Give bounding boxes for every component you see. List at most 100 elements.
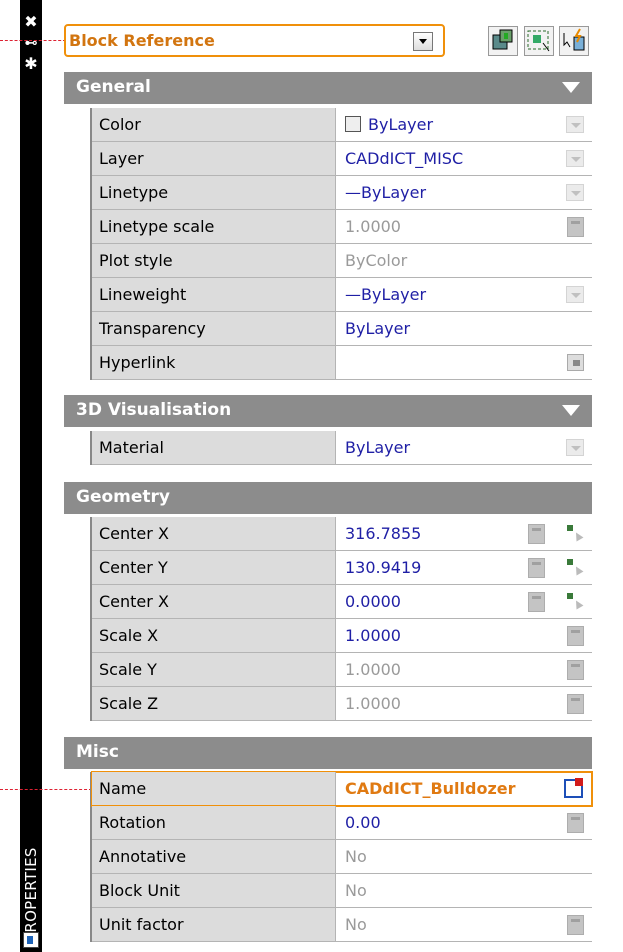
property-label: Center X	[92, 517, 336, 550]
property-label: Rotation	[92, 806, 336, 839]
chevron-down-icon[interactable]	[566, 116, 584, 133]
property-row-linetype[interactable]: Linetype —ByLayer	[92, 176, 592, 210]
pick-point-icon[interactable]	[567, 593, 583, 611]
property-row-scale-x[interactable]: Scale X 1.0000	[92, 619, 592, 653]
property-row-transparency[interactable]: Transparency ByLayer	[92, 312, 592, 346]
block-edit-icon[interactable]	[564, 778, 583, 798]
section-geometry-header[interactable]: Geometry	[64, 482, 592, 514]
property-row-plot-style[interactable]: Plot style ByColor	[92, 244, 592, 278]
property-label: Block Unit	[92, 874, 336, 907]
calculator-icon[interactable]	[567, 660, 584, 680]
property-value[interactable]: —ByLayer	[345, 183, 426, 202]
properties-title: PROPERTIES	[22, 847, 40, 942]
property-label: Unit factor	[92, 908, 336, 941]
property-value[interactable]: CADdICT_Bulldozer	[345, 779, 516, 798]
property-row-color[interactable]: Color ByLayer	[92, 108, 592, 142]
chevron-down-icon[interactable]	[566, 439, 584, 456]
pick-point-icon[interactable]	[567, 525, 583, 543]
property-label: Annotative	[92, 840, 336, 873]
property-row-center-z[interactable]: Center X 0.0000	[92, 585, 592, 619]
property-value[interactable]: CADdICT_MISC	[345, 149, 463, 168]
property-value[interactable]: 1.0000	[345, 626, 401, 645]
calculator-icon[interactable]	[528, 558, 545, 578]
calculator-icon[interactable]	[567, 813, 584, 833]
property-row-name[interactable]: Name CADdICT_Bulldozer	[91, 771, 593, 807]
property-row-center-x[interactable]: Center X 316.7855	[92, 517, 592, 551]
chevron-down-icon[interactable]	[566, 150, 584, 167]
property-value: ByColor	[345, 251, 408, 270]
section-misc-body: Name CADdICT_Bulldozer Rotation 0.00 Ann…	[90, 771, 593, 942]
properties-icon	[23, 932, 39, 948]
property-value: No	[345, 847, 367, 866]
calculator-icon[interactable]	[528, 524, 545, 544]
property-value[interactable]: 0.00	[345, 813, 381, 832]
property-value[interactable]: 0.0000	[345, 592, 401, 611]
property-row-linetype-scale[interactable]: Linetype scale 1.0000	[92, 210, 592, 244]
callout-line	[0, 40, 66, 41]
property-label: Linetype	[92, 176, 336, 209]
chevron-down-icon[interactable]	[413, 32, 433, 51]
property-value[interactable]: 1.0000	[345, 694, 401, 713]
property-label: Hyperlink	[92, 346, 336, 379]
properties-side-strip: ✖ ⊷ ✱ PROPERTIES	[20, 0, 42, 952]
calculator-icon[interactable]	[528, 592, 545, 612]
property-row-scale-y[interactable]: Scale Y 1.0000	[92, 653, 592, 687]
section-geometry-body: Center X 316.7855 Center Y 130.9419 Cent…	[90, 517, 592, 721]
property-label: Material	[92, 431, 336, 464]
object-type-select[interactable]: Block Reference	[64, 24, 445, 57]
calculator-icon[interactable]	[567, 694, 584, 714]
property-label: Layer	[92, 142, 336, 175]
property-row-center-y[interactable]: Center Y 130.9419	[92, 551, 592, 585]
property-value[interactable]: 316.7855	[345, 524, 421, 543]
property-label: Center X	[92, 585, 336, 618]
property-value[interactable]: 1.0000	[345, 660, 401, 679]
property-label: Lineweight	[92, 278, 336, 311]
property-row-material[interactable]: Material ByLayer	[92, 431, 592, 465]
collapse-icon[interactable]	[562, 82, 580, 93]
property-value[interactable]: 1.0000	[345, 217, 401, 236]
property-value[interactable]: —ByLayer	[345, 285, 426, 304]
select-objects-icon[interactable]	[524, 26, 554, 56]
toggle-pickadd-icon[interactable]	[488, 26, 518, 56]
property-label: Scale X	[92, 619, 336, 652]
property-label: Scale Y	[92, 653, 336, 686]
property-row-unit-factor[interactable]: Unit factor No	[92, 908, 592, 942]
property-label: Transparency	[92, 312, 336, 345]
section-misc-header[interactable]: Misc	[64, 737, 592, 769]
property-label: Linetype scale	[92, 210, 336, 243]
property-value: No	[345, 881, 367, 900]
chevron-down-icon[interactable]	[566, 184, 584, 201]
property-label: Name	[92, 772, 336, 805]
property-row-lineweight[interactable]: Lineweight —ByLayer	[92, 278, 592, 312]
close-icon[interactable]: ✖	[20, 10, 42, 32]
section-3d-visualisation-body: Material ByLayer	[90, 431, 592, 465]
property-row-scale-z[interactable]: Scale Z 1.0000	[92, 687, 592, 721]
collapse-icon[interactable]	[562, 405, 580, 416]
property-label: Center Y	[92, 551, 336, 584]
property-value[interactable]: ByLayer	[345, 438, 410, 457]
property-label: Color	[92, 108, 336, 141]
property-row-block-unit[interactable]: Block Unit No	[92, 874, 592, 908]
calculator-icon[interactable]	[567, 626, 584, 646]
property-value[interactable]: ByLayer	[345, 319, 410, 338]
chevron-down-icon[interactable]	[566, 286, 584, 303]
autohide-icon[interactable]: ⊷	[20, 32, 42, 54]
calculator-icon[interactable]	[567, 915, 584, 935]
property-row-rotation[interactable]: Rotation 0.00	[92, 806, 592, 840]
property-value: No	[345, 915, 367, 934]
calculator-icon[interactable]	[567, 217, 584, 237]
property-label: Plot style	[92, 244, 336, 277]
section-general-header[interactable]: General	[64, 72, 592, 104]
property-row-hyperlink[interactable]: Hyperlink	[92, 346, 592, 380]
property-row-annotative[interactable]: Annotative No	[92, 840, 592, 874]
quick-select-icon[interactable]	[559, 26, 589, 56]
settings-icon[interactable]: ✱	[20, 52, 42, 74]
pick-point-icon[interactable]	[567, 559, 583, 577]
section-general-body: Color ByLayer Layer CADdICT_MISC Linetyp…	[90, 108, 592, 380]
object-type-value: Block Reference	[69, 31, 215, 50]
hyperlink-icon[interactable]	[567, 354, 584, 371]
property-row-layer[interactable]: Layer CADdICT_MISC	[92, 142, 592, 176]
section-3d-visualisation-header[interactable]: 3D Visualisation	[64, 395, 592, 427]
property-value[interactable]: ByLayer	[345, 115, 433, 134]
property-value[interactable]: 130.9419	[345, 558, 421, 577]
